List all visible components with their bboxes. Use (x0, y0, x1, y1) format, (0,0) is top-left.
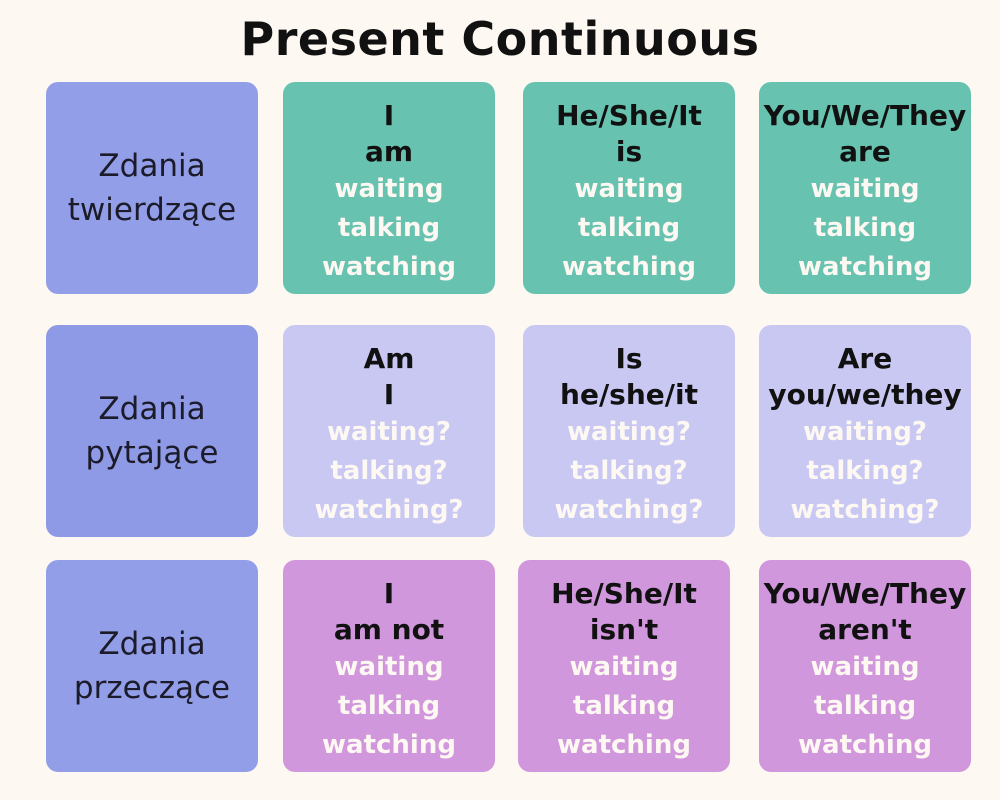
verb-text: talking (813, 213, 917, 243)
card-i-am: I am waiting talking watching (283, 82, 495, 294)
verb-text: waiting (334, 174, 444, 204)
verb-text: watching (557, 730, 691, 760)
subject-text: you/we/they (768, 378, 962, 411)
auxiliary-text: am (364, 135, 414, 168)
card-i-am-not: I am not waiting talking watching (283, 560, 495, 772)
verb-text: talking (337, 213, 441, 243)
card-is-he-she-it: Is he/she/it waiting? talking? watching? (523, 325, 735, 537)
subject-text: You/We/They (763, 99, 967, 132)
verb-text: watching (798, 252, 932, 282)
label-card-questions: Zdania pytające (46, 325, 258, 537)
card-you-we-they-arent: You/We/They aren't waiting talking watch… (759, 560, 971, 772)
verb-text: watching (322, 252, 456, 282)
auxiliary-text: is (615, 135, 643, 168)
auxiliary-text: Is (615, 342, 643, 375)
verb-text: waiting (574, 174, 684, 204)
verb-text: watching (322, 730, 456, 760)
auxiliary-text: are (839, 135, 891, 168)
auxiliary-text: aren't (818, 613, 912, 646)
auxiliary-text: Am (363, 342, 415, 375)
verb-text: waiting (810, 174, 920, 204)
verb-text: waiting (569, 652, 679, 682)
subject-text: he/she/it (560, 378, 698, 411)
label-line: przeczące (73, 670, 231, 706)
subject-text: I (383, 577, 395, 610)
label-card-negative: Zdania przeczące (46, 560, 258, 772)
auxiliary-text: isn't (589, 613, 659, 646)
label-line: Zdania (98, 148, 206, 184)
subject-text: He/She/It (551, 577, 697, 610)
verb-text: watching (562, 252, 696, 282)
card-he-she-it-isnt: He/She/It isn't waiting talking watching (518, 560, 730, 772)
subject-text: You/We/They (763, 577, 967, 610)
subject-text: I (383, 99, 395, 132)
verb-text: waiting? (326, 417, 452, 447)
label-line: twierdzące (67, 192, 237, 228)
verb-text: waiting? (566, 417, 692, 447)
card-you-we-they-are: You/We/They are waiting talking watching (759, 82, 971, 294)
verb-text: watching? (314, 495, 464, 525)
card-he-she-it-is: He/She/It is waiting talking watching (523, 82, 735, 294)
verb-text: talking (577, 213, 681, 243)
verb-text: watching? (554, 495, 704, 525)
verb-text: watching (798, 730, 932, 760)
verb-text: talking? (806, 456, 924, 486)
verb-text: talking (572, 691, 676, 721)
verb-text: talking (813, 691, 917, 721)
verb-text: talking? (570, 456, 688, 486)
label-card-affirmative: Zdania twierdzące (46, 82, 258, 294)
label-line: Zdania (98, 626, 206, 662)
auxiliary-text: am not (333, 613, 445, 646)
verb-text: waiting (334, 652, 444, 682)
label-line: Zdania (98, 391, 206, 427)
page-title: Present Continuous (240, 12, 760, 66)
verb-text: watching? (790, 495, 940, 525)
verb-text: waiting (810, 652, 920, 682)
auxiliary-text: Are (837, 342, 893, 375)
verb-text: waiting? (802, 417, 928, 447)
verb-text: talking (337, 691, 441, 721)
subject-text: He/She/It (556, 99, 702, 132)
subject-text: I (383, 378, 395, 411)
verb-text: talking? (330, 456, 448, 486)
label-line: pytające (85, 435, 219, 471)
card-are-you-we-they: Are you/we/they waiting? talking? watchi… (759, 325, 971, 537)
card-am-i: Am I waiting? talking? watching? (283, 325, 495, 537)
